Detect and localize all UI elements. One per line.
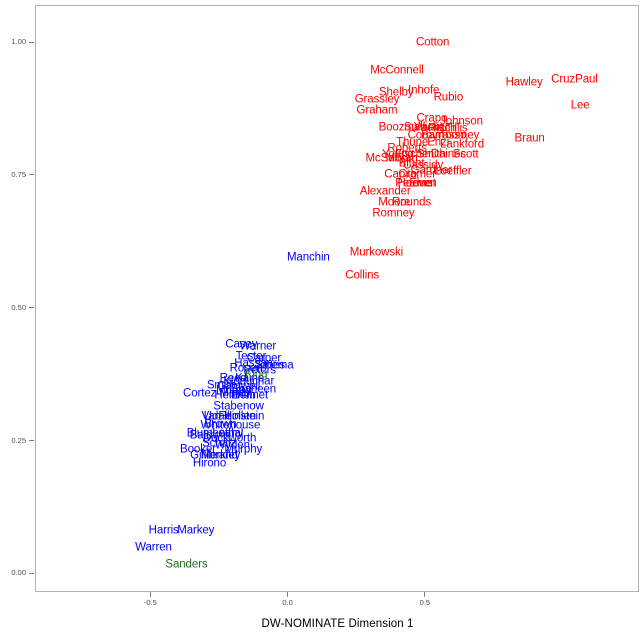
- y-axis-title: Ideology LaMP Scores: [0, 0, 18, 638]
- y-tick-mark: [29, 572, 34, 574]
- data-point-label: Murkowski: [349, 246, 404, 259]
- y-tick-label: 0.00: [11, 568, 26, 578]
- data-point-label: King: [244, 368, 268, 381]
- data-point-label: Harris: [148, 524, 179, 537]
- y-tick-label: 0.75: [11, 169, 26, 179]
- x-tick-mark: [424, 592, 426, 597]
- data-point-label: Sanders: [165, 558, 208, 571]
- data-point-label: Collins: [345, 269, 380, 282]
- data-point-label: Lee: [570, 99, 590, 112]
- data-point-label: Scott: [452, 147, 479, 160]
- data-point-label: Manchin: [286, 251, 330, 264]
- data-point-label: Hirono: [192, 457, 227, 470]
- data-point-label: Markey: [177, 524, 215, 537]
- data-point-label: Cruz: [551, 73, 576, 86]
- x-tick-label: -0.5: [143, 598, 157, 607]
- data-point-label: Cotton: [416, 36, 450, 49]
- data-point-label: Ernst: [409, 177, 436, 190]
- y-tick-label: 0.25: [11, 435, 26, 445]
- data-point-label: Hawley: [505, 76, 543, 89]
- x-tick-label: 0.0: [282, 598, 293, 607]
- data-point-label: Braun: [514, 132, 545, 145]
- data-point-label: Warren: [135, 541, 172, 554]
- y-tick-mark: [29, 41, 34, 43]
- x-tick-mark: [287, 592, 289, 597]
- data-point-label: Paul: [575, 73, 598, 86]
- x-tick-mark: [149, 592, 151, 597]
- plot-panel: Cotton McConnell Shelby Inhofe Hawley Cruz Pau…: [35, 5, 639, 592]
- data-point-label: McConnell: [370, 64, 424, 77]
- y-tick-mark: [29, 440, 34, 442]
- y-tick-label: 1.00: [11, 37, 26, 47]
- data-point-label: Graham: [356, 103, 398, 116]
- y-tick-mark: [29, 307, 34, 309]
- x-axis-title: DW-NOMINATE Dimension 1: [261, 618, 414, 630]
- scatter-plot-figure: Ideology LaMP Scores DW-NOMINATE Dimensi…: [0, 0, 640, 638]
- data-point-label: Rubio: [433, 91, 464, 104]
- x-tick-label: 0.5: [419, 598, 431, 607]
- y-tick-label: 0.50: [11, 302, 26, 312]
- y-tick-mark: [29, 174, 34, 176]
- data-point-label: Romney: [372, 207, 415, 220]
- data-point-label: Loeffler: [434, 164, 472, 177]
